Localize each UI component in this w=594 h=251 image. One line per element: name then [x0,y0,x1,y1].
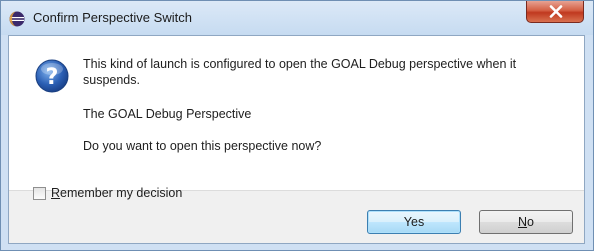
checkbox-box[interactable] [33,187,46,200]
question-icon: ? [35,59,69,93]
title-bar[interactable]: Confirm Perspective Switch [1,1,593,35]
confirmation-question: Do you want to open this perspective now… [83,139,322,153]
confirm-perspective-switch-dialog: Confirm Perspective Switch ? This kind o… [0,0,594,251]
eclipse-icon [9,11,25,27]
no-label-rest: o [527,215,534,229]
dialog-body: ? This kind of launch is configured to o… [8,35,585,244]
remember-mnemonic: R [51,186,61,200]
no-mnemonic: N [518,215,528,229]
close-button[interactable] [526,1,584,23]
remember-decision-label[interactable]: Remember my decision [51,186,182,200]
message-panel: ? This kind of launch is configured to o… [9,36,584,191]
svg-text:?: ? [46,65,59,90]
yes-button[interactable]: Yes [367,210,461,234]
remember-label-rest: emember my decision [60,186,183,200]
perspective-name: The GOAL Debug Perspective [83,107,252,121]
window-title: Confirm Perspective Switch [33,10,192,25]
close-icon [549,5,563,18]
launch-config-message: This kind of launch is configured to ope… [83,57,517,87]
no-button[interactable]: No [479,210,573,234]
